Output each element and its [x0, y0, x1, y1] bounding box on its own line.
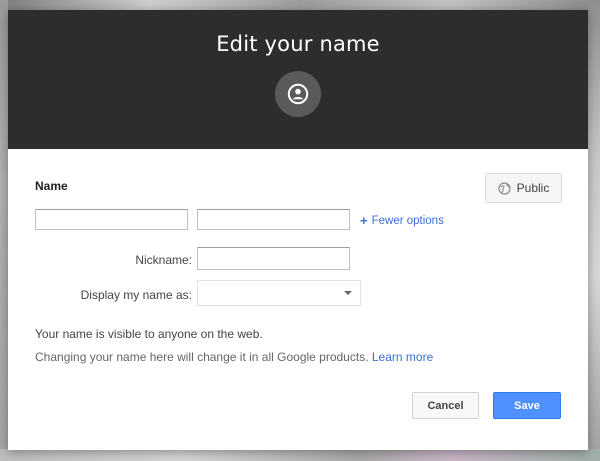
- public-button-label: Public: [516, 181, 550, 195]
- fewer-options-link[interactable]: + Fewer options: [360, 213, 444, 228]
- dialog-title: Edit your name: [216, 32, 380, 56]
- background-page-bottom: [0, 449, 600, 461]
- visibility-public-button[interactable]: Public: [485, 173, 562, 203]
- dialog-header: Edit your name: [8, 10, 588, 149]
- nickname-label: Nickname:: [135, 253, 192, 267]
- learn-more-link[interactable]: Learn more: [372, 350, 433, 364]
- display-name-as-label: Display my name as:: [80, 288, 192, 302]
- background-page-top: [0, 0, 600, 10]
- change-notice: Changing your name here will change it i…: [35, 350, 369, 364]
- first-name-input[interactable]: [35, 209, 188, 230]
- background-page-left: [0, 0, 8, 461]
- nickname-input[interactable]: [197, 247, 350, 270]
- name-section-label: Name: [35, 179, 68, 193]
- display-name-as-select[interactable]: [197, 280, 361, 306]
- cancel-button[interactable]: Cancel: [412, 392, 479, 419]
- save-button[interactable]: Save: [493, 392, 561, 419]
- plus-icon: +: [360, 213, 368, 228]
- edit-name-dialog: Edit your name Name Public + Fewer optio…: [8, 10, 588, 450]
- fewer-options-label: Fewer options: [371, 214, 444, 227]
- visibility-notice: Your name is visible to anyone on the we…: [35, 327, 263, 341]
- chevron-down-icon: [344, 291, 352, 295]
- user-circle-icon: [287, 83, 309, 105]
- last-name-input[interactable]: [197, 209, 350, 230]
- globe-icon: [498, 181, 511, 195]
- avatar: [275, 71, 321, 117]
- change-notice-line: Changing your name here will change it i…: [35, 350, 433, 364]
- background-page-right: [588, 0, 600, 461]
